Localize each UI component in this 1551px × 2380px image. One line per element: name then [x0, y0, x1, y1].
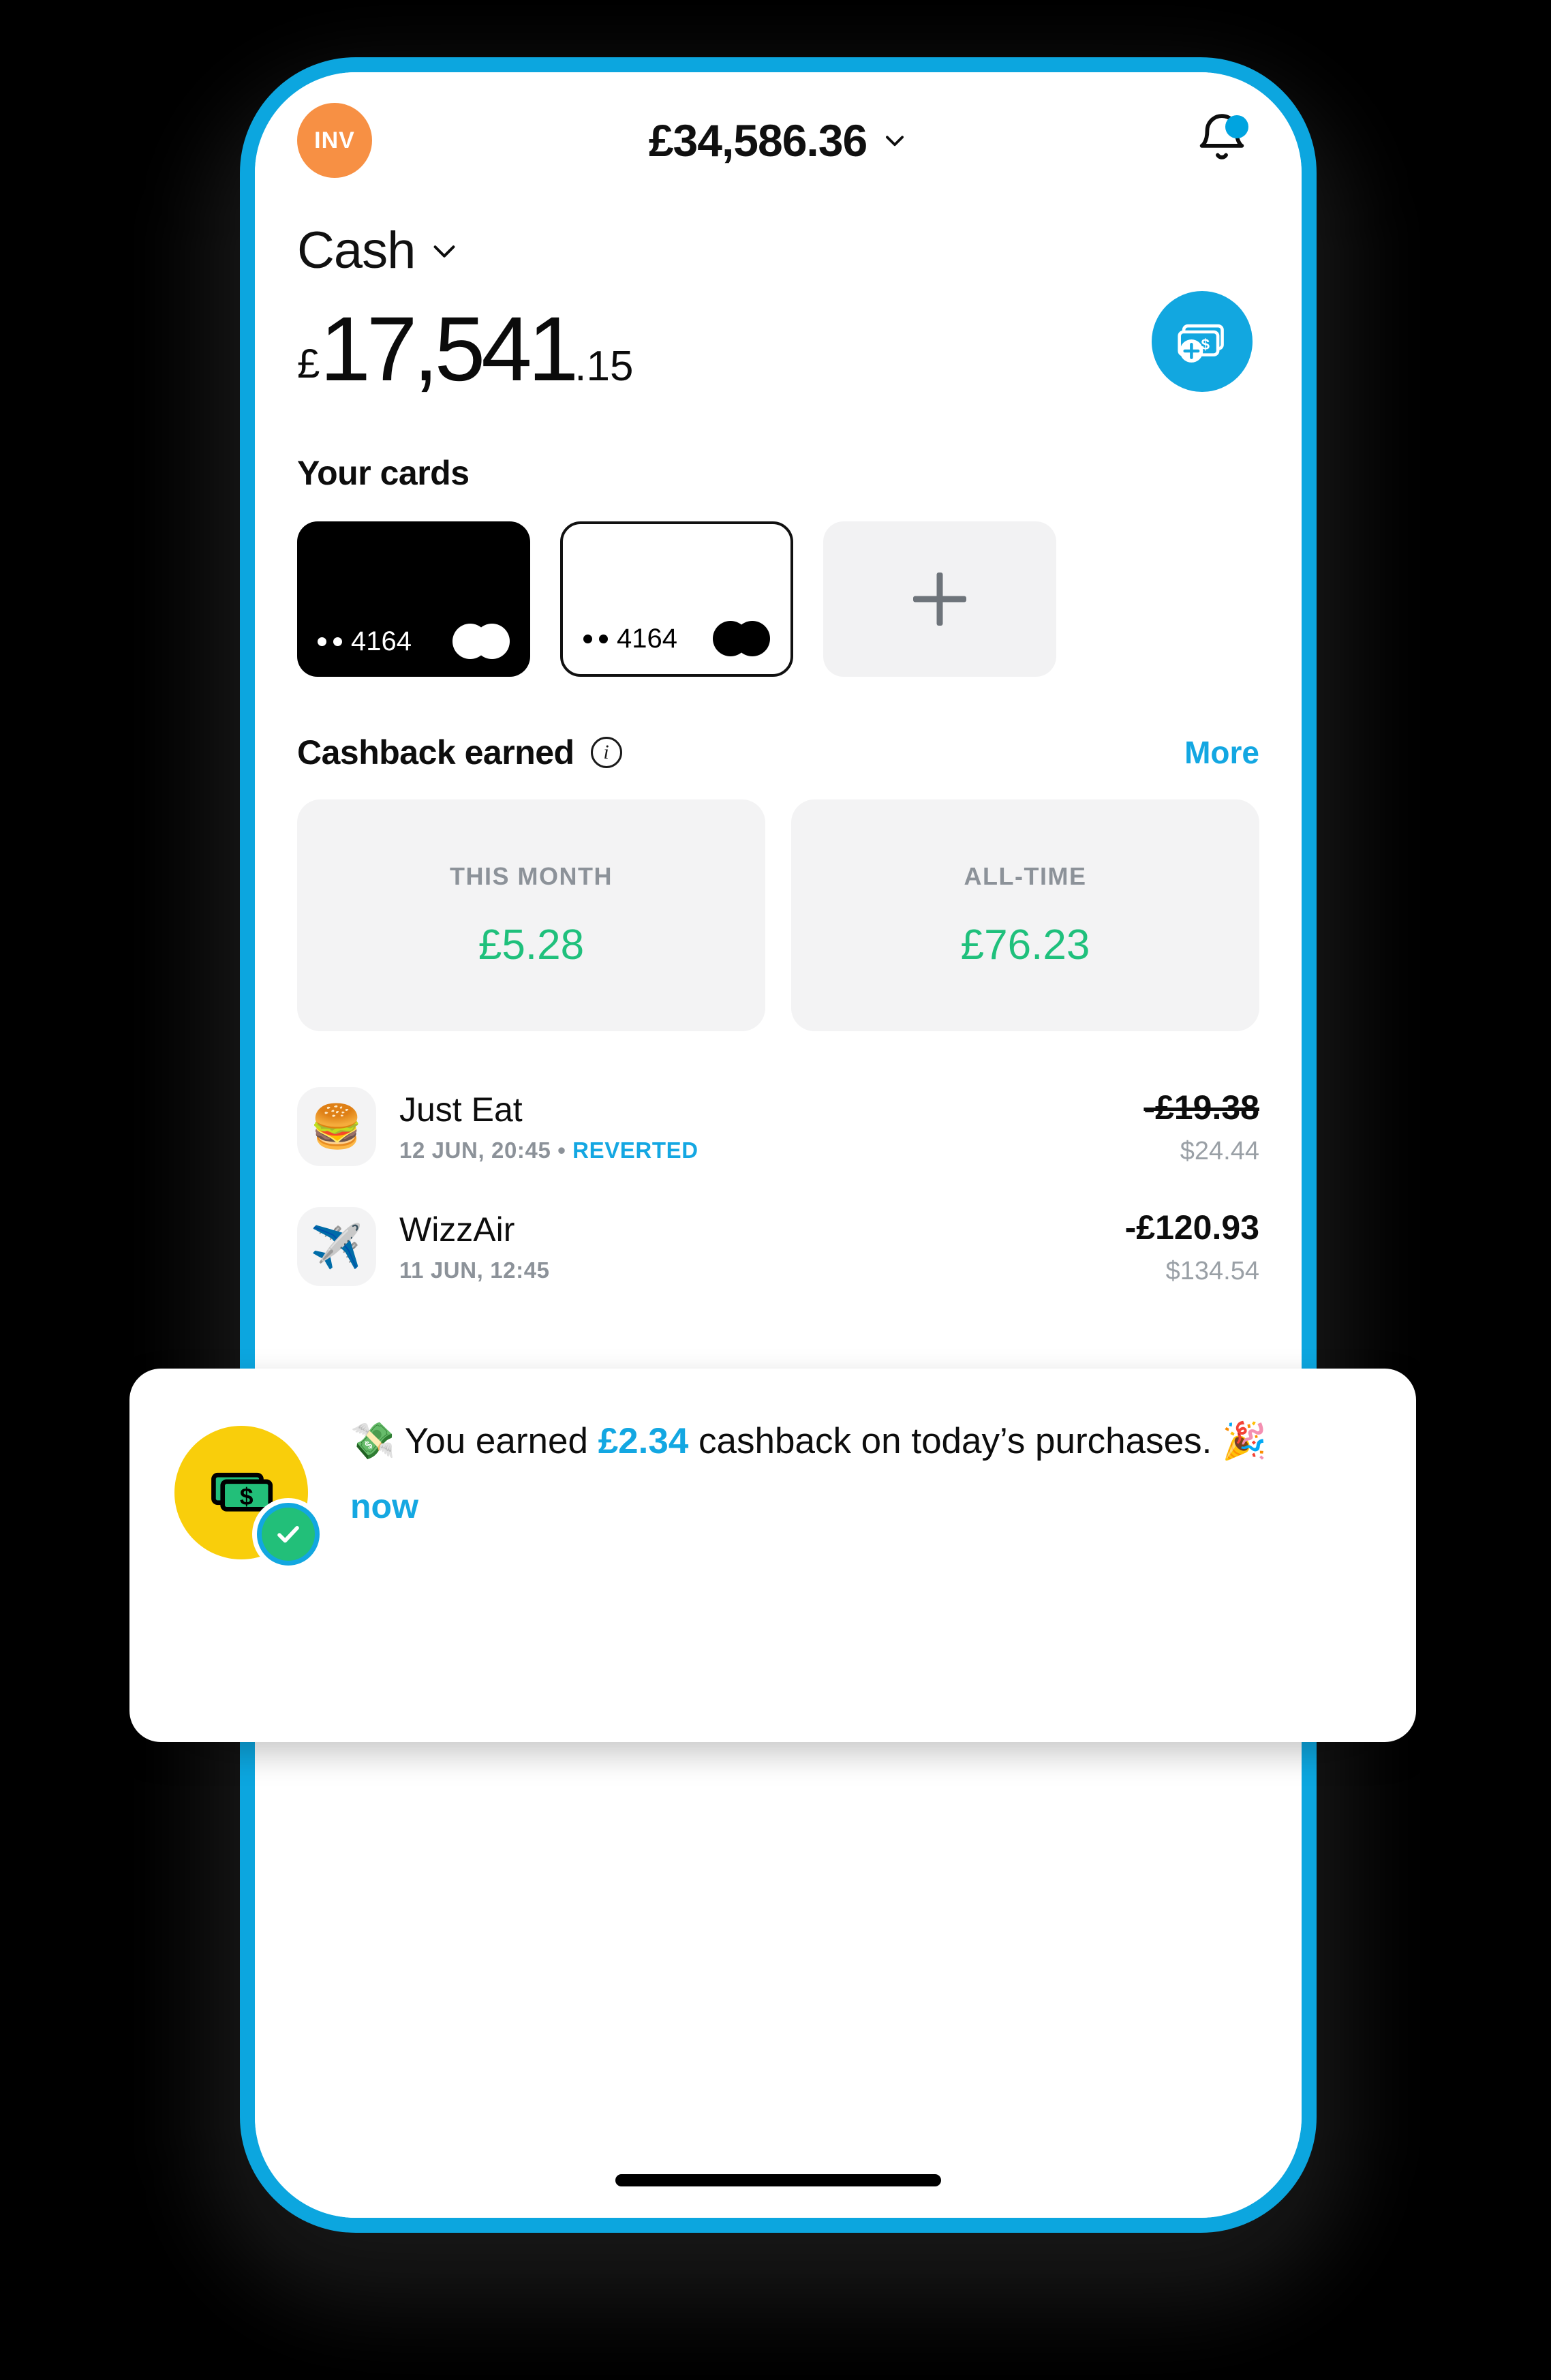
transaction-datetime: 11 JUN, 12:45 — [399, 1257, 550, 1283]
card-mask-dots — [583, 634, 608, 643]
chevron-down-icon — [886, 136, 904, 147]
table-row[interactable]: 🍔 Just Eat 12 JUN, 20:45 • REVERTED -£19… — [297, 1067, 1259, 1187]
card-last4: 4164 — [617, 623, 677, 654]
check-glyph-icon — [277, 1526, 299, 1543]
cashback-title-group: Cashback earned i — [297, 733, 622, 772]
app-header: INV £34,586.36 — [255, 72, 1302, 209]
transaction-merchant: WizzAir — [399, 1210, 515, 1249]
cashback-more-link[interactable]: More — [1184, 734, 1259, 771]
balance-row: £ 17,541 .15 $ — [297, 291, 1259, 401]
cashback-stat-this-month[interactable]: THIS MONTH £5.28 — [297, 799, 765, 1031]
mastercard-icon — [452, 624, 510, 659]
notification-badge-dot — [1225, 115, 1248, 138]
transaction-emoji: ✈️ — [310, 1223, 363, 1270]
transaction-secondary-amount: $134.54 — [1165, 1256, 1259, 1285]
add-money-button[interactable]: $ — [1152, 291, 1253, 392]
cashback-stat-value: £76.23 — [960, 921, 1090, 968]
toast-body: 💸 You earned £2.34 cashback on today’s p… — [308, 1414, 1375, 1526]
account-balance: £ 17,541 .15 — [297, 297, 633, 401]
cashback-stat-label: THIS MONTH — [450, 861, 613, 890]
mastercard-icon — [713, 621, 770, 656]
card-masked-number: 4164 — [318, 626, 412, 657]
cards-title: Your cards — [297, 454, 470, 492]
balance-currency: £ — [297, 341, 320, 386]
card-footer: 4164 — [583, 621, 770, 656]
card-last4: 4164 — [351, 626, 412, 656]
check-badge — [252, 1498, 324, 1570]
cash-section: Cash £ 17,541 .15 $ — [255, 209, 1302, 401]
cashback-title: Cashback earned — [297, 733, 574, 772]
account-selector[interactable]: Cash — [297, 221, 1259, 280]
transaction-separator: • — [557, 1138, 566, 1163]
toast-amount: £2.34 — [598, 1421, 689, 1461]
cards-list: 4164 4164 — [297, 521, 1259, 677]
card-item[interactable]: 4164 — [560, 521, 793, 677]
transaction-merchant: Just Eat — [399, 1090, 523, 1129]
transaction-amount: -£120.93 — [1124, 1208, 1259, 1247]
cards-section: Your cards 4164 4164 — [255, 401, 1302, 677]
transaction-info: Just Eat 12 JUN, 20:45 • REVERTED — [399, 1090, 1120, 1163]
avatar[interactable]: INV — [297, 103, 372, 178]
card-item[interactable]: 4164 — [297, 521, 530, 677]
airplane-icon: ✈️ — [297, 1207, 376, 1286]
info-icon[interactable]: i — [590, 737, 622, 768]
total-balance-switcher[interactable]: £34,586.36 — [372, 115, 1184, 166]
total-balance-amount: £34,586.36 — [648, 115, 867, 166]
screenshot-stage: INV £34,586.36 Cash £ 17,541 .15 $ Your … — [0, 0, 1551, 2380]
check-icon — [262, 1508, 315, 1561]
avatar-initials: INV — [314, 127, 355, 153]
hamburger-icon: 🍔 — [297, 1087, 376, 1166]
toast-text-after: cashback on today’s purchases. 🎉 — [688, 1421, 1268, 1461]
cashback-stats: THIS MONTH £5.28 ALL-TIME £76.23 — [297, 799, 1259, 1031]
toast-text-before: 💸 You earned — [350, 1421, 598, 1461]
status-badge: REVERTED — [572, 1138, 698, 1163]
transaction-info: WizzAir 11 JUN, 12:45 — [399, 1210, 1102, 1283]
cashback-stat-value: £5.28 — [478, 921, 585, 968]
cashback-stat-label: ALL-TIME — [964, 861, 1087, 890]
info-glyph: i — [603, 741, 609, 763]
toast-message: 💸 You earned £2.34 cashback on today’s p… — [350, 1416, 1375, 1466]
svg-text:$: $ — [240, 1483, 254, 1510]
transaction-secondary-amount: $24.44 — [1180, 1136, 1259, 1165]
app-screen: INV £34,586.36 Cash £ 17,541 .15 $ Your … — [255, 72, 1302, 2218]
cashback-header: Cashback earned i More — [297, 733, 1259, 772]
transaction-datetime: 12 JUN, 20:45 — [399, 1138, 551, 1163]
home-indicator — [615, 2174, 941, 2186]
balance-integer: 17,541 — [320, 299, 579, 400]
money-cashback-icon: $ — [174, 1426, 324, 1570]
plus-icon — [913, 573, 966, 626]
cashback-toast-notification[interactable]: $ 💸 You earned £2.34 cashback on today’s… — [129, 1369, 1416, 1742]
phone-frame: INV £34,586.36 Cash £ 17,541 .15 $ Your … — [240, 57, 1317, 2233]
add-card-button[interactable] — [823, 521, 1056, 677]
transaction-amount: -£19.38 — [1143, 1088, 1259, 1127]
transaction-amounts: -£19.38 $24.44 — [1143, 1088, 1259, 1166]
cashback-section: Cashback earned i More THIS MONTH £5.28 … — [255, 677, 1302, 1031]
transaction-meta: 11 JUN, 12:45 — [399, 1257, 1102, 1283]
notifications-button[interactable] — [1184, 103, 1259, 178]
add-money-icon: $ — [1178, 324, 1224, 363]
card-footer: 4164 — [318, 624, 510, 659]
toast-timestamp: now — [350, 1487, 418, 1526]
chevron-down-icon — [433, 245, 455, 258]
card-masked-number: 4164 — [583, 624, 677, 654]
card-mask-dots — [318, 637, 342, 646]
transaction-emoji: 🍔 — [310, 1103, 363, 1150]
transaction-amounts: -£120.93 $134.54 — [1125, 1208, 1259, 1286]
transaction-meta: 12 JUN, 20:45 • REVERTED — [399, 1138, 1120, 1163]
account-label: Cash — [297, 222, 416, 279]
cashback-stat-all-time[interactable]: ALL-TIME £76.23 — [791, 799, 1259, 1031]
table-row[interactable]: ✈️ WizzAir 11 JUN, 12:45 -£120.93 $134.5… — [297, 1187, 1259, 1307]
balance-decimal: .15 — [574, 343, 634, 390]
